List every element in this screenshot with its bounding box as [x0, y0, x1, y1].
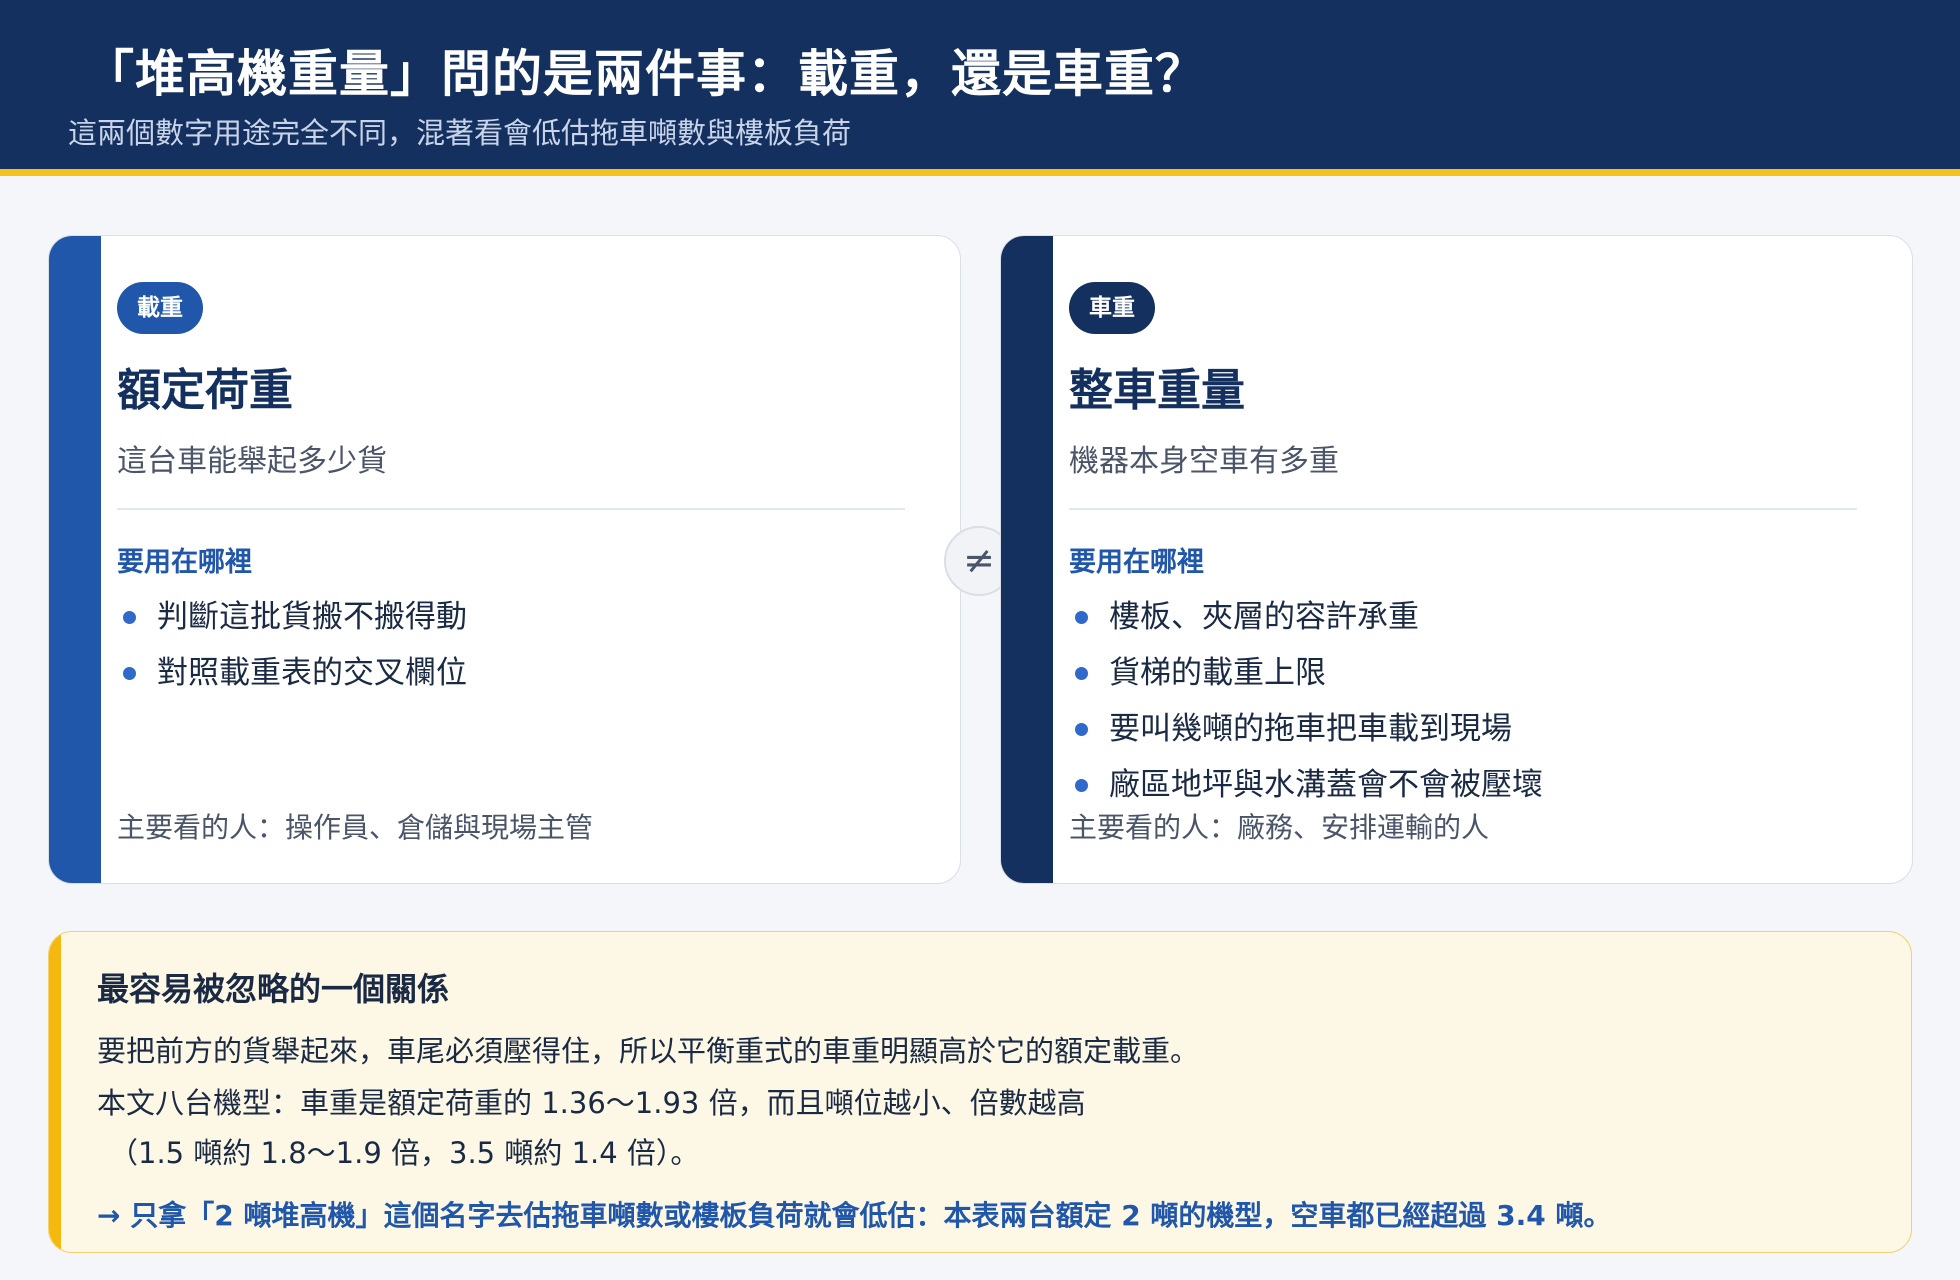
card-description: 機器本身空車有多重: [1069, 444, 1339, 479]
card-body: 載重 額定荷重 這台車能舉起多少貨 要用在哪裡 判斷這批貨搬不搬得動 對照載重表…: [117, 282, 905, 701]
card-footer: 主要看的人：廠務、安排運輸的人: [1069, 811, 1490, 844]
usage-label: 要用在哪裡: [117, 547, 252, 578]
usage-list: 判斷這批貨搬不搬得動 對照載重表的交叉欄位: [117, 589, 905, 701]
card-badge: 載重: [117, 282, 203, 334]
list-item: 判斷這批貨搬不搬得動: [117, 589, 905, 645]
bullet-dot-icon: [1075, 723, 1088, 736]
list-item: 廠區地坪與水溝蓋會不會被壓壞: [1069, 757, 1857, 813]
bullet-dot-icon: [1075, 779, 1088, 792]
list-item: 要叫幾噸的拖車把車載到現場: [1069, 701, 1857, 757]
callout-highlight: → 只拿「2 噸堆高機」這個名字去估拖車噸數或樓板負荷就會低估：本表兩台額定 2…: [97, 1199, 1612, 1232]
card-title: 整車重量: [1069, 365, 1245, 416]
callout-note: 最容易被忽略的一個關係 要把前方的貨舉起來，車尾必須壓得住，所以平衡重式的車重明…: [48, 931, 1912, 1253]
usage-list: 樓板、夾層的容許承重 貨梯的載重上限 要叫幾噸的拖車把車載到現場 廠區地坪與水溝…: [1069, 589, 1857, 813]
card-footer: 主要看的人：操作員、倉儲與現場主管: [117, 811, 594, 844]
page-header: 「堆高機重量」問的是兩件事：載重，還是車重？ 這兩個數字用途完全不同，混著看會低…: [0, 0, 1960, 176]
callout-title: 最容易被忽略的一個關係: [97, 970, 450, 1008]
list-item: 樓板、夾層的容許承重: [1069, 589, 1857, 645]
usage-label: 要用在哪裡: [1069, 547, 1204, 578]
list-item-text: 樓板、夾層的容許承重: [1109, 599, 1419, 635]
page-subtitle: 這兩個數字用途完全不同，混著看會低估拖車噸數與樓板負荷: [68, 116, 852, 150]
list-item-text: 廠區地坪與水溝蓋會不會被壓壞: [1109, 767, 1543, 803]
page-title: 「堆高機重量」問的是兩件事：載重，還是車重？: [84, 45, 1206, 103]
list-item-text: 判斷這批貨搬不搬得動: [157, 599, 467, 635]
callout-text: （1.5 噸約 1.8～1.9 倍，3.5 噸約 1.4 倍）。: [109, 1136, 700, 1170]
card-badge: 車重: [1069, 282, 1155, 334]
card-divider: [1069, 508, 1857, 510]
card-accent-stripe: [1001, 236, 1053, 883]
bullet-dot-icon: [123, 667, 136, 680]
callout-text: 要把前方的貨舉起來，車尾必須壓得住，所以平衡重式的車重明顯高於它的額定載重。: [97, 1034, 1200, 1068]
list-item-text: 對照載重表的交叉欄位: [157, 655, 467, 691]
card-accent-stripe: [49, 236, 101, 883]
card-vehicle-weight: 車重 整車重量 機器本身空車有多重 要用在哪裡 樓板、夾層的容許承重 貨梯的載重…: [1000, 235, 1913, 884]
bullet-dot-icon: [123, 611, 136, 624]
card-title: 額定荷重: [117, 365, 293, 416]
list-item: 貨梯的載重上限: [1069, 645, 1857, 701]
card-rated-load: 載重 額定荷重 這台車能舉起多少貨 要用在哪裡 判斷這批貨搬不搬得動 對照載重表…: [48, 235, 961, 884]
bullet-dot-icon: [1075, 667, 1088, 680]
card-body: 車重 整車重量 機器本身空車有多重 要用在哪裡 樓板、夾層的容許承重 貨梯的載重…: [1069, 282, 1857, 813]
card-divider: [117, 508, 905, 510]
list-item-text: 要叫幾噸的拖車把車載到現場: [1109, 711, 1512, 747]
list-item: 對照載重表的交叉欄位: [117, 645, 905, 701]
callout-accent-stripe: [49, 932, 61, 1252]
bullet-dot-icon: [1075, 611, 1088, 624]
list-item-text: 貨梯的載重上限: [1109, 655, 1326, 691]
card-description: 這台車能舉起多少貨: [117, 444, 387, 479]
callout-text: 本文八台機型：車重是額定荷重的 1.36～1.93 倍，而且噸位越小、倍數越高: [97, 1086, 1086, 1120]
